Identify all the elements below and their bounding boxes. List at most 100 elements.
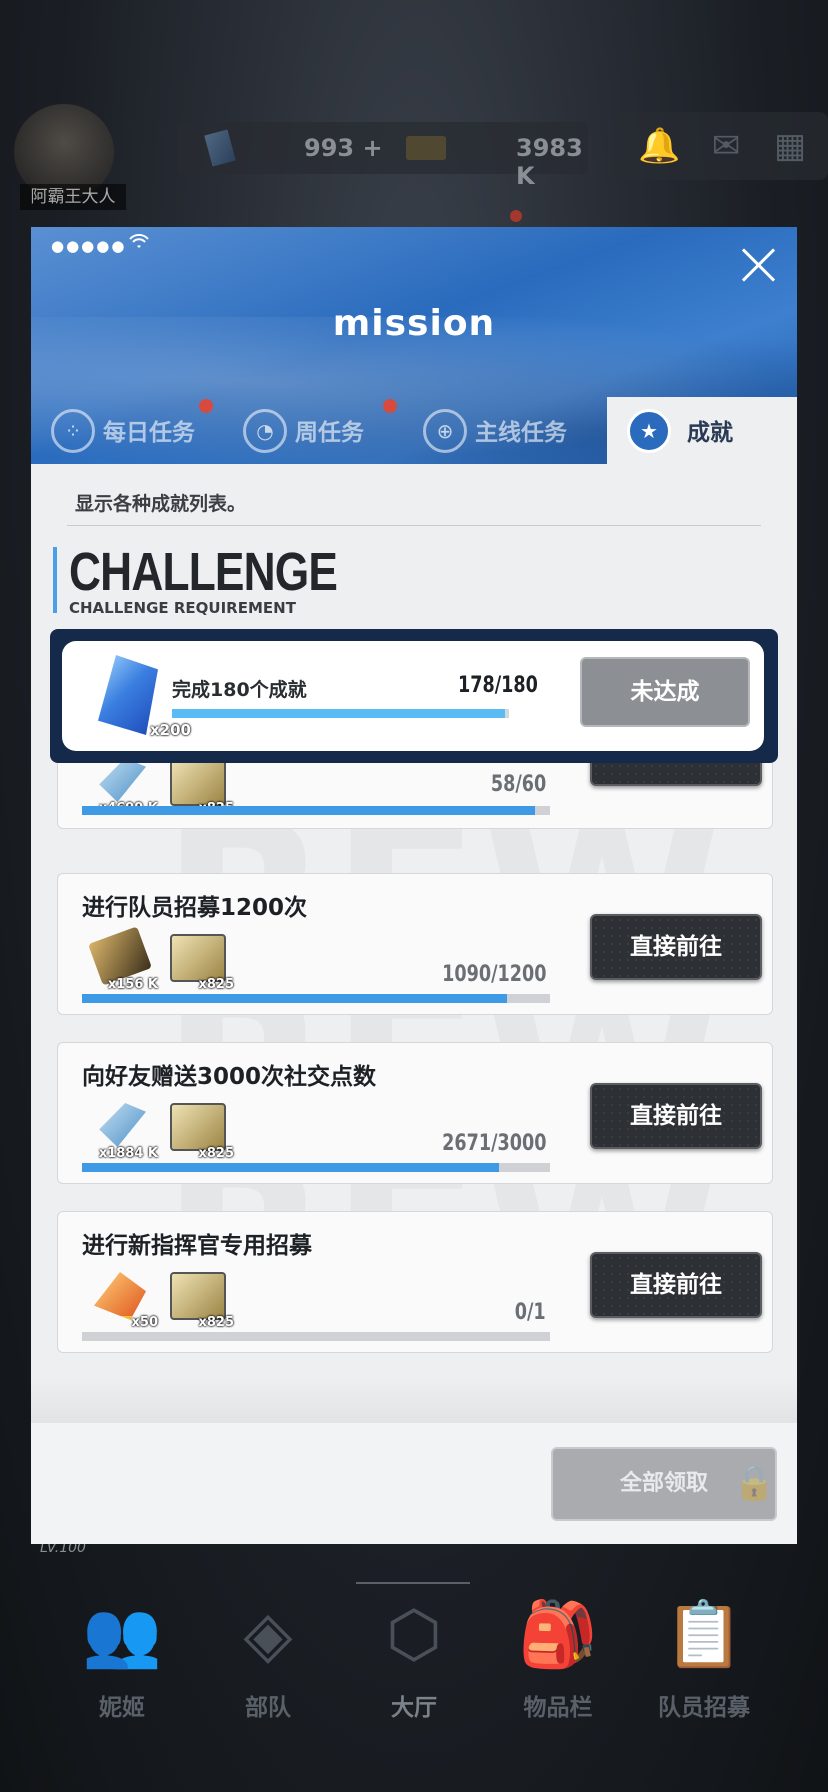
reward-qty: x200 <box>150 721 191 739</box>
tab-notification-dot <box>383 399 397 413</box>
not-achieved-button[interactable]: 未达成 <box>580 657 750 727</box>
tab-notification-dot <box>199 399 213 413</box>
achievement-title: 完成180个成就 <box>172 679 307 701</box>
progress-bar-fill <box>82 994 507 1003</box>
recruit-icon: 📋 <box>664 1598 744 1672</box>
nav-label: 部队 <box>245 1695 291 1721</box>
bottom-nav: 👥 妮姬 ◈ 部队 ⬡ 大厅 🎒 物品栏 📋 队员招募 <box>0 1560 828 1792</box>
dots-icon: ⁘ <box>51 409 95 453</box>
mission-card: 向好友赠送3000次社交点数 x1884 K x825 2671/3000 直接… <box>57 1042 773 1184</box>
mission-tabs: ⁘ 每日任务 ◔ 周任务 ⊕ 主线任务 ★ 成就 <box>31 397 797 464</box>
chip-icon <box>170 1272 226 1320</box>
progress-bar <box>82 1332 550 1341</box>
nav-label: 大厅 <box>391 1695 437 1721</box>
ticket-value: 3983 K <box>516 134 583 190</box>
nav-item-recruit: 📋 队员招募 <box>634 1590 774 1722</box>
progress-bar <box>82 994 550 1003</box>
modal-title: MISSION <box>332 303 496 344</box>
mission-title: 向好友赠送3000次社交点数 <box>82 1064 377 1090</box>
lobby-icon: ⬡ <box>386 1598 442 1672</box>
star-icon: ★ <box>627 409 671 453</box>
go-button[interactable]: 直接前往 <box>590 1252 762 1318</box>
mail-icon: ✉ <box>711 126 741 166</box>
reward-item: x825 <box>164 1099 234 1161</box>
progress-bar-fill <box>82 806 535 815</box>
nav-label: 物品栏 <box>523 1695 593 1721</box>
tab-weekly[interactable]: ◔ 周任务 <box>223 397 403 464</box>
chip-icon <box>170 1103 226 1151</box>
usb-drive-icon <box>99 758 146 802</box>
chip-icon <box>170 934 226 982</box>
section-subtitle: CHALLENGE REQUIREMENT <box>69 599 296 617</box>
reward-item: x825 <box>164 930 234 992</box>
tab-label: 每日任务 <box>103 420 195 446</box>
bell-icon: 🔔 <box>638 126 681 166</box>
claim-all-label: 全部领取 <box>619 1471 708 1496</box>
achievement-progress: 178/180 <box>458 673 538 698</box>
ssr-ticket-icon <box>94 1272 146 1320</box>
close-button[interactable] <box>737 243 781 287</box>
go-button[interactable]: 直接前往 <box>590 914 762 980</box>
reward-qty: x825 <box>198 1315 234 1330</box>
tab-achievement[interactable]: ★ 成就 <box>607 397 797 464</box>
mission-progress: 58/60 <box>490 772 546 797</box>
notification-dot <box>510 210 522 222</box>
reward-item: x50 <box>88 1268 158 1330</box>
player-name: 阿霸王大人 <box>20 184 126 210</box>
gem-value: 993 + <box>304 134 383 162</box>
reward-item: x825 <box>164 754 234 816</box>
mission-modal: ●●●●● MISSION ⁘ 每日任务 ◔ 周任务 ⊕ 主线任务 ★ 成 <box>31 227 797 1544</box>
mission-progress: 1090/1200 <box>441 962 546 987</box>
mission-card: 进行队员招募1200次 x156 K x825 1090/1200 直接前往 <box>57 873 773 1015</box>
go-button[interactable]: 直接前往 <box>590 1083 762 1149</box>
progress-bar-fill <box>172 709 506 718</box>
reward-item: x825 <box>164 1268 234 1330</box>
nav-item-squad: ◈ 部队 <box>198 1590 338 1722</box>
reward-qty: x156 K <box>107 977 158 992</box>
mission-title: 进行新指挥官专用招募 <box>82 1233 312 1259</box>
highlighted-card: x200 完成180个成就 178/180 未达成 <box>62 641 764 751</box>
tab-description: 显示各种成就列表。 <box>75 493 247 515</box>
globe-icon: ⊕ <box>423 409 467 453</box>
grid-icon: ▦ <box>773 126 807 166</box>
usb-drive-icon <box>99 1103 146 1147</box>
reward-item: x1884 K <box>88 1099 158 1161</box>
mission-title: 进行队员招募1200次 <box>82 895 308 921</box>
claim-all-button[interactable]: 全部领取 🔒 <box>551 1447 777 1521</box>
nav-label: 队员招募 <box>658 1695 750 1721</box>
people-icon: 👥 <box>82 1598 162 1672</box>
nav-item-lobby: ⬡ 大厅 <box>344 1590 484 1722</box>
currency-bar: 993 + 3983 K <box>178 122 588 190</box>
reward-qty: x825 <box>198 1146 234 1161</box>
mission-progress: 0/1 <box>515 1300 546 1325</box>
reward-qty: x1884 K <box>98 1146 158 1161</box>
tab-label: 主线任务 <box>475 420 567 446</box>
wifi-icon <box>129 233 149 255</box>
tab-daily[interactable]: ⁘ 每日任务 <box>31 397 213 464</box>
reward-item: x4699 K <box>88 754 158 816</box>
progress-bar <box>82 806 550 815</box>
progress-bar <box>82 1163 550 1172</box>
inventory-icon: 🎒 <box>518 1598 598 1672</box>
nav-label: 妮姬 <box>99 1695 145 1721</box>
moon-icon: ◔ <box>243 409 287 453</box>
chip-icon <box>170 758 226 806</box>
highlighted-achievement: x200 完成180个成就 178/180 未达成 <box>50 629 778 763</box>
mission-card: 进行新指挥官专用招募 x50 x825 0/1 直接前往 <box>57 1211 773 1353</box>
nav-active-indicator <box>356 1582 470 1584</box>
tab-label: 周任务 <box>295 420 364 446</box>
list-fade <box>31 1377 797 1423</box>
mission-progress: 2671/3000 <box>441 1131 546 1156</box>
reward-qty: x50 <box>131 1315 158 1330</box>
nav-item-nikke: 👥 妮姬 <box>52 1590 192 1722</box>
divider <box>67 525 761 526</box>
tab-label: 成就 <box>687 420 733 446</box>
gem-icon <box>98 655 158 735</box>
gem-icon <box>204 129 236 167</box>
section-title: CHALLENGE <box>69 542 338 602</box>
tab-main[interactable]: ⊕ 主线任务 <box>403 397 593 464</box>
squad-icon: ◈ <box>243 1598 293 1672</box>
progress-bar <box>172 709 509 718</box>
modal-header: ●●●●● MISSION ⁘ 每日任务 ◔ 周任务 ⊕ 主线任务 ★ 成 <box>31 227 797 464</box>
ticket-icon <box>406 136 446 160</box>
